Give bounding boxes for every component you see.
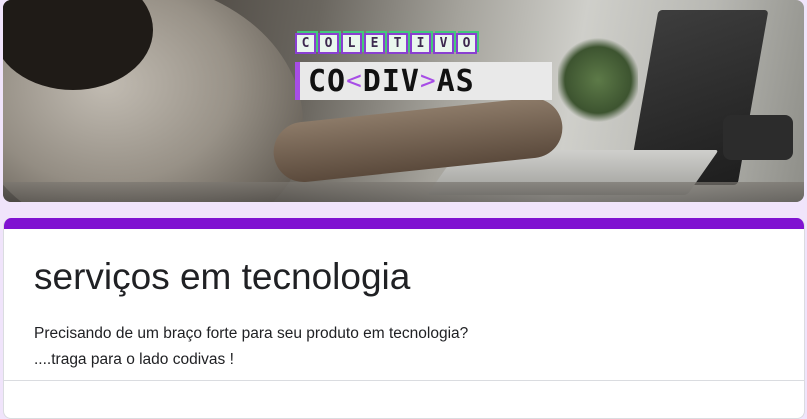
coletivo-codivas-logo: C O L E T I V O CO < DIV > AS (295, 33, 552, 100)
logo-letter-block: E (364, 33, 385, 54)
logo-text-div: DIV (362, 63, 420, 99)
logo-letter-block: V (433, 33, 454, 54)
form-description-line: Precisando de um braço forte para seu pr… (34, 324, 469, 342)
cup-decoration (723, 115, 793, 160)
card-accent-bar (4, 218, 804, 229)
logo-letter-block: I (410, 33, 431, 54)
form-title: serviços em tecnologia (34, 256, 411, 297)
logo-top-word: C O L E T I V O (295, 33, 552, 54)
header-banner-image: C O L E T I V O CO < DIV > AS (3, 0, 804, 202)
form-header-card: serviços em tecnologia Precisando de um … (3, 218, 805, 419)
logo-letter-block: L (341, 33, 362, 54)
logo-letter-block: C (295, 33, 316, 54)
logo-letter-block: O (318, 33, 339, 54)
desk-surface (3, 182, 804, 202)
logo-main-word: CO < DIV > AS (295, 62, 552, 100)
form-description-line: ....traga para o lado codivas ! (34, 350, 234, 368)
logo-letter-block: O (456, 33, 477, 54)
plant-decoration (558, 35, 638, 125)
logo-bracket-close: > (419, 66, 437, 96)
logo-bracket-open: < (346, 66, 363, 96)
logo-text-as: AS (436, 63, 475, 99)
card-divider (4, 380, 804, 381)
logo-letter-block: T (387, 33, 408, 54)
logo-text-co: CO (308, 63, 347, 99)
form-description: Precisando de um braço forte para seu pr… (34, 321, 804, 373)
